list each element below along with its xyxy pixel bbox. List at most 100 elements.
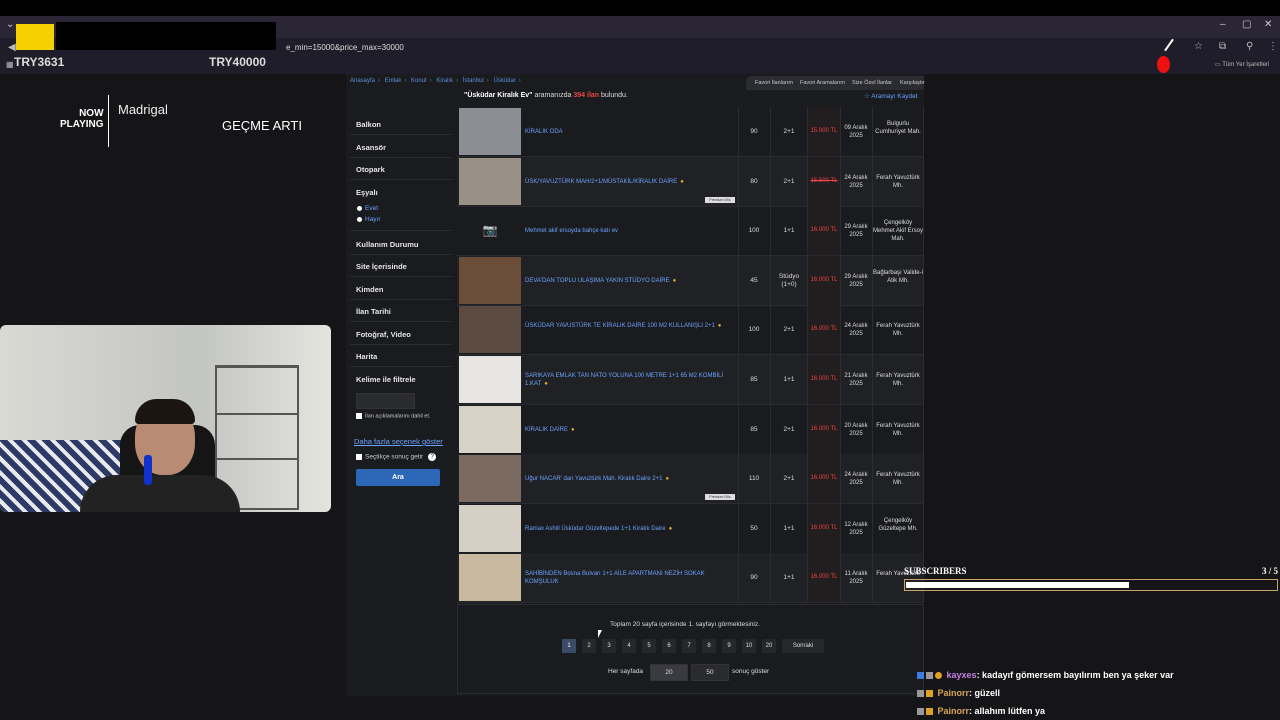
- chat-user[interactable]: Painorr: [938, 688, 970, 698]
- listing-row[interactable]: ÜSK/YAVUZTÜRK MAH/2+1/MÜSTAKİL/KİRALIK D…: [457, 156, 924, 207]
- listing-title[interactable]: ÜSKÜDAR YAVUSTÜRK TE KİRALIK DAİRE 100 M…: [525, 322, 725, 330]
- page-button[interactable]: 6: [662, 639, 676, 653]
- listing-title[interactable]: Mehmet akif ersoyda bahçe katı ev: [525, 227, 725, 235]
- listing-row[interactable]: KİRALIK ODA 90 2+1 15.000 TL 09 Aralık 2025 B…: [457, 107, 924, 157]
- headphones: [144, 455, 152, 485]
- filter-elevator[interactable]: Asansör: [356, 143, 386, 152]
- tab-favorite-listings[interactable]: Favori İlanlarım: [755, 80, 793, 86]
- radio-furnished-no[interactable]: Hayır: [357, 216, 381, 223]
- all-bookmarks[interactable]: ▭ Tüm Yer İşaretleri: [1215, 61, 1269, 68]
- page-button[interactable]: 8: [702, 639, 716, 653]
- search-button[interactable]: Ara: [356, 469, 440, 486]
- listing-price: 15.000 TL: [808, 107, 840, 156]
- tab-special-listings[interactable]: Size Özel İlanlar: [852, 80, 892, 86]
- listing-price: 16.000 TL: [808, 355, 840, 404]
- per-page-option[interactable]: 50: [691, 664, 729, 681]
- listing-thumbnail[interactable]: [459, 405, 521, 453]
- tab-menu-icon[interactable]: ⌄: [6, 19, 14, 30]
- listing-area: 85: [750, 376, 758, 383]
- listing-title[interactable]: DEVA'DAN TOPLU ULAŞIMA YAKIN STÜDYO DAİR…: [525, 277, 725, 285]
- listing-title[interactable]: SAHİBİNDEN Bosna Bulvarı 1+1 AİLE APARTM…: [525, 570, 725, 586]
- listing-row[interactable]: SARIKAYA EMLAK TAN NATO YOLUNA 100 METRE…: [457, 355, 924, 405]
- include-description-checkbox[interactable]: İlan açıklamalarını dahil et.: [356, 413, 430, 419]
- page-button[interactable]: 1: [562, 639, 576, 653]
- chat-user[interactable]: Painorr: [938, 706, 970, 716]
- chat-user[interactable]: kayxes: [947, 670, 977, 680]
- listing-location: Çengelköy Güzeltepe Mh.: [878, 517, 918, 532]
- page-button[interactable]: 7: [682, 639, 696, 653]
- breadcrumb-item[interactable]: Emlak: [385, 78, 402, 84]
- listing-thumbnail[interactable]: [459, 554, 521, 602]
- listing-row[interactable]: DEVA'DAN TOPLU ULAŞIMA YAKIN STÜDYO DAİR…: [457, 255, 924, 306]
- save-search-link[interactable]: ☆ Aramayı Kaydet: [864, 92, 918, 100]
- filter-map[interactable]: Harita: [356, 352, 377, 361]
- listing-date: 09 Aralık 2025: [844, 125, 868, 139]
- apps-icon[interactable]: ▦: [6, 60, 14, 69]
- page-button[interactable]: 10: [742, 639, 756, 653]
- listing-thumbnail[interactable]: [459, 306, 521, 354]
- listing-title[interactable]: Ramax Ashill Üsküdar Güzeltepede 1+1 Kir…: [525, 525, 725, 533]
- help-icon[interactable]: ?: [428, 453, 437, 461]
- tab-favorite-searches[interactable]: Favori Aramalarım: [800, 80, 845, 86]
- listing-row[interactable]: ÜSKÜDAR YAVUSTÜRK TE KİRALIK DAİRE 100 M…: [457, 305, 924, 356]
- filter-from-whom[interactable]: Kimden: [356, 285, 384, 294]
- maximize-icon[interactable]: ▢: [1242, 19, 1251, 30]
- kebab-menu-icon[interactable]: ⋮: [1268, 41, 1278, 52]
- close-icon[interactable]: ✕: [1264, 19, 1272, 30]
- keyword-input[interactable]: [356, 393, 415, 409]
- now-playing-label: NOW PLAYING: [60, 108, 104, 130]
- subscribers-progress-fill: [906, 582, 1130, 588]
- page-button[interactable]: 9: [722, 639, 736, 653]
- listing-thumbnail[interactable]: [459, 455, 521, 503]
- per-page-option[interactable]: 20: [650, 664, 688, 681]
- tab-compare[interactable]: Karşılaştır: [900, 80, 925, 86]
- listing-thumbnail[interactable]: [459, 356, 521, 403]
- filter-photo-video[interactable]: Fotoğraf, Video: [356, 330, 411, 339]
- more-options-link[interactable]: Daha fazla seçenek göster: [354, 437, 443, 446]
- listing-row[interactable]: Uğur NACAR' dan Yavuztürk Mah. Kiralık D…: [457, 454, 924, 505]
- profile-icon[interactable]: ⚲: [1246, 41, 1253, 52]
- filter-parking[interactable]: Otopark: [356, 165, 385, 174]
- page-button[interactable]: 3: [602, 639, 616, 653]
- extensions-icon[interactable]: ⧉: [1219, 41, 1226, 52]
- breadcrumb-item[interactable]: Üsküdar: [493, 78, 515, 84]
- selected-only-checkbox[interactable]: Seçtikçe sonuç getir?: [356, 453, 437, 461]
- page-button[interactable]: 5: [642, 639, 656, 653]
- badge-icon: [917, 672, 924, 680]
- listing-price: 16.000 TL: [808, 454, 840, 504]
- listing-thumbnail[interactable]: [459, 157, 521, 205]
- filter-furnished[interactable]: Eşyalı: [356, 188, 378, 197]
- listing-price-text: 16.000 TL: [810, 524, 838, 531]
- back-icon[interactable]: ◀: [8, 42, 16, 53]
- breadcrumb-item[interactable]: İstanbul: [463, 78, 484, 84]
- listing-title[interactable]: SARIKAYA EMLAK TAN NATO YOLUNA 100 METRE…: [525, 372, 725, 388]
- listing-title[interactable]: KİRALIK DAİRE ●: [525, 426, 725, 434]
- breadcrumb-item[interactable]: Kiralık: [436, 78, 453, 84]
- listing-row[interactable]: 📷 Mehmet akif ersoyda bahçe katı ev 100 1+1…: [457, 206, 924, 257]
- per-page-label: Her sayfada: [608, 668, 644, 675]
- listing-thumbnail[interactable]: [459, 108, 521, 155]
- page-button[interactable]: 2: [582, 639, 596, 653]
- listing-title[interactable]: KİRALIK ODA: [525, 128, 725, 136]
- minimize-icon[interactable]: –: [1220, 19, 1226, 30]
- breadcrumb-item[interactable]: Anasayfa: [350, 78, 375, 84]
- filter-in-site[interactable]: Site İçerisinde: [356, 262, 407, 271]
- pin-icon: ●: [571, 426, 575, 433]
- listing-row[interactable]: KİRALIK DAİRE ● 85 2+1 16.000 TL 20 Aralık 20…: [457, 404, 924, 455]
- filter-listing-date[interactable]: İlan Tarihi: [356, 307, 391, 316]
- camera-icon[interactable]: 📷: [459, 207, 521, 254]
- next-page-button[interactable]: Sonraki: [782, 639, 824, 653]
- listing-thumbnail[interactable]: [459, 504, 521, 552]
- listing-row[interactable]: Ramax Ashill Üsküdar Güzeltepede 1+1 Kir…: [457, 503, 924, 554]
- star-icon[interactable]: ☆: [1194, 41, 1203, 52]
- radio-furnished-yes[interactable]: Evet: [357, 205, 378, 212]
- listing-title[interactable]: ÜSK/YAVUZTÜRK MAH/2+1/MÜSTAKİL/KİRALIK D…: [525, 178, 725, 186]
- filter-balcony[interactable]: Balkon: [356, 120, 381, 129]
- filter-usage-status[interactable]: Kullanım Durumu: [356, 240, 419, 249]
- breadcrumb-item[interactable]: Konut: [411, 78, 427, 84]
- listing-thumbnail[interactable]: [459, 256, 521, 304]
- listing-row[interactable]: SAHİBİNDEN Bosna Bulvarı 1+1 AİLE APARTM…: [457, 553, 924, 604]
- page-button[interactable]: 4: [622, 639, 636, 653]
- listing-title[interactable]: Uğur NACAR' dan Yavuztürk Mah. Kiralık D…: [525, 475, 725, 483]
- page-button[interactable]: 20: [762, 639, 776, 653]
